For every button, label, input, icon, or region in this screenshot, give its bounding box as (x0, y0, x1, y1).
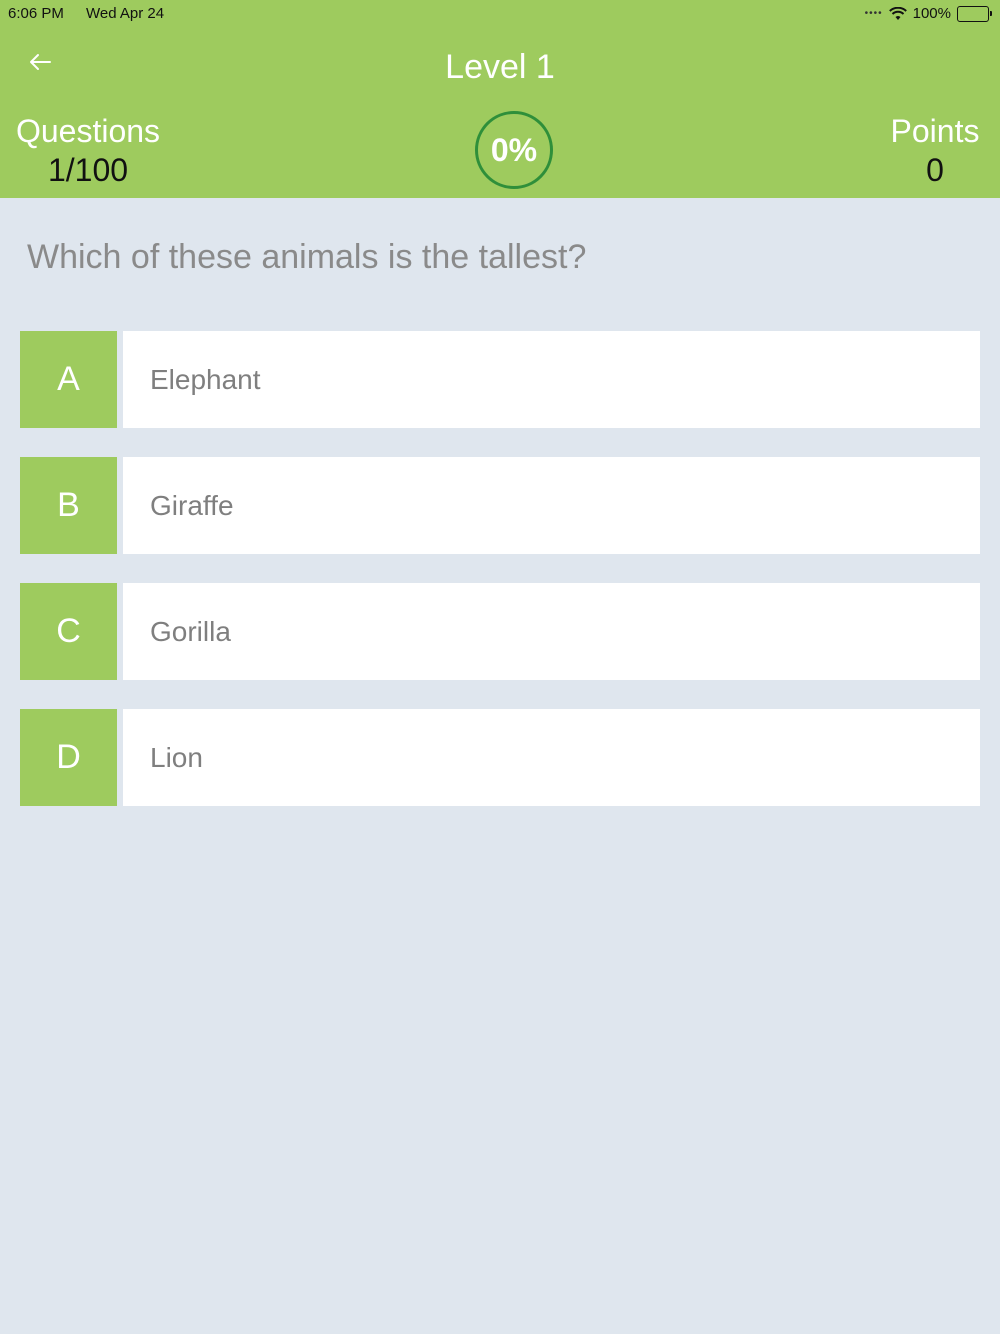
header-bar: 6:06 PM Wed Apr 24 •••• 100% Level 1 Que… (0, 0, 1000, 198)
option-letter: B (20, 457, 117, 554)
status-bar: 6:06 PM Wed Apr 24 •••• 100% (0, 0, 1000, 28)
status-time: 6:06 PM (8, 5, 64, 22)
signal-dots-icon: •••• (864, 8, 883, 19)
points-value: 0 (926, 152, 944, 188)
option-text: Lion (123, 709, 980, 806)
option-text: Elephant (123, 331, 980, 428)
option-letter: C (20, 583, 117, 680)
option-text: Gorilla (123, 583, 980, 680)
option-letter: A (20, 331, 117, 428)
answer-options: A Elephant B Giraffe C Gorilla D Lion (20, 331, 980, 835)
progress-indicator: 0% (475, 111, 553, 189)
page-title: Level 1 (445, 48, 555, 86)
option-c-button[interactable]: C Gorilla (20, 583, 980, 680)
status-right: •••• 100% (865, 5, 992, 22)
option-text: Giraffe (123, 457, 980, 554)
status-date: Wed Apr 24 (86, 5, 165, 22)
wifi-icon (888, 6, 907, 21)
questions-stat: Questions 1/100 (13, 112, 163, 190)
option-letter: D (20, 709, 117, 806)
points-stat: Points 0 (885, 112, 985, 190)
points-label: Points (890, 113, 980, 149)
questions-label: Questions (15, 113, 161, 149)
option-b-button[interactable]: B Giraffe (20, 457, 980, 554)
battery-percent: 100% (912, 5, 951, 22)
question-text: Which of these animals is the tallest? (27, 238, 587, 276)
questions-value: 1/100 (47, 152, 129, 188)
option-d-button[interactable]: D Lion (20, 709, 980, 806)
option-a-button[interactable]: A Elephant (20, 331, 980, 428)
battery-icon (957, 5, 992, 22)
